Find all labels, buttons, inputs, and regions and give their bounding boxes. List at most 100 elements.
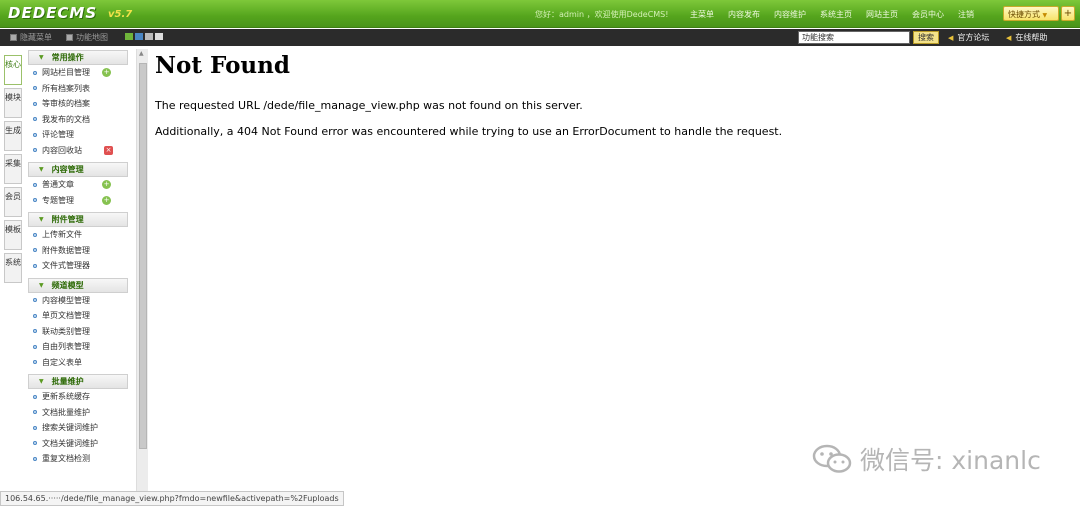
tab-modules[interactable]: 模块 bbox=[4, 88, 22, 118]
arrow-left-icon: ◀ bbox=[948, 33, 954, 42]
nav-logout[interactable]: 注销 bbox=[958, 9, 974, 20]
nav-content-publish[interactable]: 内容发布 bbox=[728, 9, 760, 20]
delete-icon[interactable]: × bbox=[104, 145, 113, 155]
watermark: 微信号: xinanlc bbox=[812, 441, 1041, 477]
menu-group-header[interactable]: ▼ 常用操作 bbox=[28, 50, 128, 65]
bullet-icon bbox=[33, 263, 37, 268]
bullet-icon bbox=[33, 313, 37, 318]
nav-member-center[interactable]: 会员中心 bbox=[912, 9, 944, 20]
hide-menu-icon bbox=[10, 34, 17, 41]
bullet-icon bbox=[33, 86, 37, 91]
menu-item[interactable]: 所有档案列表 bbox=[26, 81, 133, 97]
help-label: 在线帮助 bbox=[1015, 33, 1048, 42]
menu-item[interactable]: 搜索关键词维护 bbox=[26, 420, 133, 436]
menu-group-title: 常用操作 bbox=[51, 53, 84, 62]
menu-item[interactable]: 上传新文件 bbox=[26, 227, 133, 243]
hide-menu-button[interactable]: 隐藏菜单 bbox=[10, 32, 52, 43]
search-button[interactable]: 搜索 bbox=[913, 31, 939, 44]
top-nav: 主菜单 内容发布 内容维护 系统主页 网站主页 会员中心 注销 bbox=[690, 9, 974, 20]
tab-core[interactable]: 核心 bbox=[4, 55, 22, 85]
triangle-down-icon: ▼ bbox=[39, 166, 44, 173]
arrow-left-icon: ◀ bbox=[1006, 33, 1012, 42]
error-message: The requested URL /dede/file_manage_view… bbox=[155, 99, 583, 112]
online-help-link[interactable]: ◀ 在线帮助 bbox=[1006, 32, 1047, 43]
welcome-text: 您好：admin ，欢迎使用DedeCMS! bbox=[535, 10, 669, 19]
quick-add-button[interactable]: + bbox=[1061, 6, 1075, 21]
menu-scrollbar[interactable]: ▲ bbox=[136, 49, 148, 493]
menu-group-header[interactable]: ▼ 频道模型 bbox=[28, 277, 128, 293]
menu-item[interactable]: 文档关键词维护 bbox=[26, 436, 133, 452]
bullet-icon bbox=[33, 441, 37, 446]
menu-item-label: 所有档案列表 bbox=[42, 83, 90, 93]
skin-blue[interactable] bbox=[135, 33, 143, 40]
add-icon[interactable]: + bbox=[102, 68, 111, 77]
add-icon[interactable]: + bbox=[102, 195, 111, 205]
menu-item[interactable]: 附件数据管理 bbox=[26, 243, 133, 259]
site-map-icon bbox=[66, 34, 73, 41]
triangle-down-icon: ▼ bbox=[39, 281, 44, 289]
tab-templates[interactable]: 模板 bbox=[4, 220, 22, 250]
nav-main-menu[interactable]: 主菜单 bbox=[690, 9, 714, 20]
nav-site-home[interactable]: 网站主页 bbox=[866, 9, 898, 20]
menu-item[interactable]: 内容模型管理 bbox=[26, 293, 133, 309]
menu-item[interactable]: 文档批量维护 bbox=[26, 405, 133, 421]
nav-content-maintain[interactable]: 内容维护 bbox=[774, 9, 806, 20]
bullet-icon bbox=[33, 101, 37, 106]
site-map-button[interactable]: 功能地图 bbox=[66, 32, 108, 43]
status-url: 106.54.65.·····/dede/file_manage_view.ph… bbox=[0, 491, 344, 506]
menu-group-header[interactable]: ▼ 内容管理 bbox=[28, 162, 128, 177]
menu-item-label: 内容回收站 bbox=[42, 145, 82, 155]
top-header: DEDECMS v5.7 您好：admin ，欢迎使用DedeCMS! 主菜单 … bbox=[0, 0, 1080, 28]
menu-item-label: 等审核的档案 bbox=[42, 99, 90, 109]
tab-members[interactable]: 会员 bbox=[4, 187, 22, 217]
dedecms-logo[interactable]: DEDECMS bbox=[8, 4, 97, 22]
menu-item[interactable]: 评论管理 bbox=[26, 127, 133, 143]
scroll-thumb[interactable] bbox=[139, 63, 147, 449]
tab-system[interactable]: 系统 bbox=[4, 253, 22, 283]
menu-item[interactable]: 网站栏目管理 + bbox=[26, 65, 133, 81]
menu-item[interactable]: 内容回收站 × bbox=[26, 143, 133, 159]
nav-system-home[interactable]: 系统主页 bbox=[820, 9, 852, 20]
bullet-icon bbox=[33, 117, 37, 122]
skin-green[interactable] bbox=[125, 33, 133, 40]
menu-item-label: 我发布的文档 bbox=[42, 114, 90, 124]
menu-group-title: 附件管理 bbox=[51, 215, 84, 224]
menu-item-label: 普通文章 bbox=[42, 180, 74, 190]
menu-item-label: 附件数据管理 bbox=[42, 245, 90, 255]
menu-group-header[interactable]: ▼ 附件管理 bbox=[28, 212, 128, 227]
page-title: Not Found bbox=[155, 52, 290, 79]
hide-menu-label: 隐藏菜单 bbox=[20, 33, 52, 42]
menu-item-label: 上传新文件 bbox=[42, 230, 82, 240]
skin-gray[interactable] bbox=[145, 33, 153, 40]
menu-item[interactable]: 更新系统缓存 bbox=[26, 389, 133, 405]
menu-item[interactable]: 自由列表管理 bbox=[26, 339, 133, 355]
menu-group-title: 频道模型 bbox=[51, 280, 84, 290]
tab-collect[interactable]: 采集 bbox=[4, 154, 22, 184]
menu-item[interactable]: 重复文档检测 bbox=[26, 451, 133, 467]
menu-item[interactable]: 等审核的档案 bbox=[26, 96, 133, 112]
menu-item[interactable]: 文件式管理器 bbox=[26, 258, 133, 274]
menu-item[interactable]: 普通文章 + bbox=[26, 177, 133, 193]
menu-item-label: 自由列表管理 bbox=[42, 342, 90, 352]
watermark-text: 微信号: xinanlc bbox=[860, 446, 1041, 475]
version-label: v5.7 bbox=[108, 9, 133, 20]
function-search-input[interactable] bbox=[798, 31, 910, 44]
site-map-label: 功能地图 bbox=[76, 33, 108, 42]
menu-item[interactable]: 联动类别管理 bbox=[26, 324, 133, 340]
bullet-icon bbox=[33, 425, 37, 430]
menu-group-header[interactable]: ▼ 批量维护 bbox=[28, 374, 128, 389]
tab-generate[interactable]: 生成 bbox=[4, 121, 22, 151]
bullet-icon bbox=[33, 394, 37, 399]
skin-light[interactable] bbox=[155, 33, 163, 40]
menu-item[interactable]: 专题管理 + bbox=[26, 193, 133, 209]
menu-item-label: 专题管理 bbox=[42, 195, 74, 205]
quick-menu-button[interactable]: 快捷方式 ▼ bbox=[1003, 6, 1059, 21]
bullet-icon bbox=[33, 410, 37, 415]
menu-item[interactable]: 我发布的文档 bbox=[26, 112, 133, 128]
official-forum-link[interactable]: ◀ 官方论坛 bbox=[948, 32, 989, 43]
menu-item[interactable]: 单页文档管理 bbox=[26, 308, 133, 324]
scroll-up-icon[interactable]: ▲ bbox=[139, 50, 144, 57]
triangle-down-icon: ▼ bbox=[39, 216, 44, 223]
menu-item[interactable]: 自定义表单 bbox=[26, 355, 133, 371]
add-icon[interactable]: + bbox=[102, 180, 111, 189]
